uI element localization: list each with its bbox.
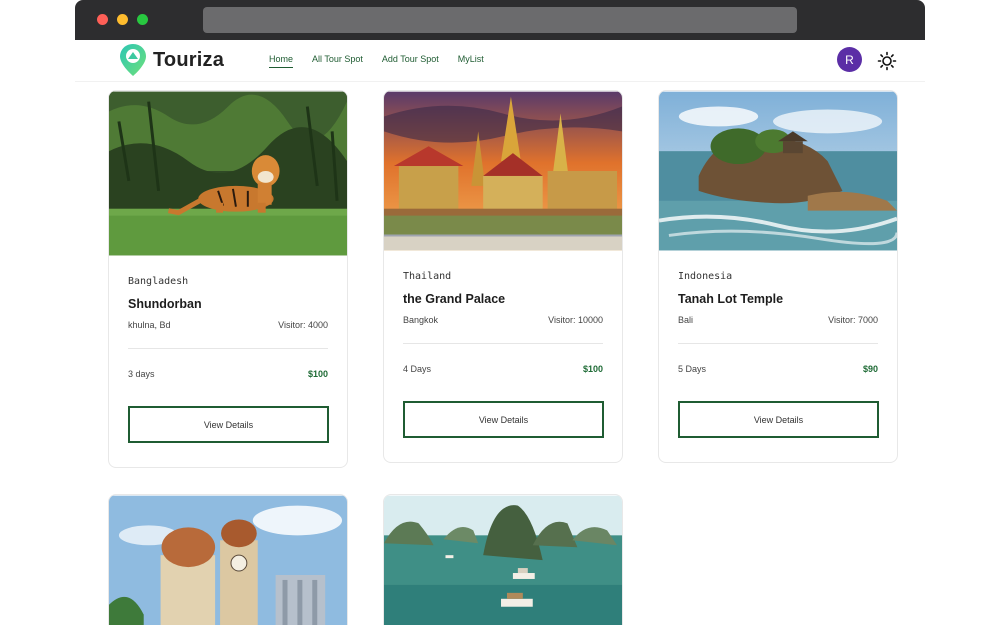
tour-cost: $100: [307, 369, 328, 379]
nav-all-tour-spot[interactable]: All Tour Spot: [312, 53, 363, 68]
tour-image-domed-building: [109, 495, 347, 625]
tour-visitors: Visitor: 7000: [828, 315, 878, 325]
tour-cost: $100: [582, 364, 603, 374]
view-details-button[interactable]: View Details: [128, 406, 329, 443]
tour-country: Thailand: [403, 271, 452, 282]
address-bar[interactable]: [203, 7, 797, 33]
tour-image-grand-palace: [384, 91, 622, 251]
tour-duration-row: 4 Days $100: [403, 364, 603, 374]
user-avatar[interactable]: R: [837, 47, 862, 72]
view-details-button[interactable]: View Details: [678, 401, 879, 438]
minimize-window-button[interactable]: [117, 14, 128, 25]
tour-duration: 5 Days: [678, 364, 707, 374]
browser-title-bar: [75, 0, 925, 40]
main-nav: Home All Tour Spot Add Tour Spot MyList: [269, 53, 484, 68]
tour-card-grand-palace: Thailand the Grand Palace Bangkok Visito…: [383, 90, 623, 463]
tour-image-tanah-lot: [659, 91, 897, 251]
tour-image-tiger: [109, 91, 347, 256]
nav-home[interactable]: Home: [269, 53, 294, 68]
tour-duration-row: 3 days $100: [128, 369, 328, 379]
card-divider: [128, 348, 328, 349]
nav-add-tour-spot[interactable]: Add Tour Spot: [382, 53, 439, 68]
tour-card-5: [383, 494, 623, 625]
view-details-button[interactable]: View Details: [403, 401, 604, 438]
tour-spot-name: Shundorban: [128, 297, 202, 311]
tour-card-4: [108, 494, 348, 625]
tour-country: Indonesia: [678, 271, 733, 282]
tour-card-shundorban: Bangladesh Shundorban khulna, Bd Visitor…: [108, 90, 348, 468]
tour-visitors: Visitor: 10000: [548, 315, 603, 325]
card-divider: [678, 343, 878, 344]
tour-location-row: khulna, Bd Visitor: 4000: [128, 320, 328, 330]
tour-spot-name: Tanah Lot Temple: [678, 292, 784, 306]
tour-image-bay-boats: [384, 495, 622, 625]
tour-duration: 3 days: [128, 369, 155, 379]
tour-country: Bangladesh: [128, 276, 189, 287]
tour-duration-row: 5 Days $90: [678, 364, 878, 374]
map-pin-logo-icon: [120, 44, 146, 76]
tour-cost: $90: [862, 364, 878, 374]
site-logo[interactable]: Touriza: [119, 43, 224, 77]
tour-duration: 4 Days: [403, 364, 432, 374]
close-window-button[interactable]: [97, 14, 108, 25]
tour-spot-name: the Grand Palace: [403, 292, 506, 306]
maximize-window-button[interactable]: [137, 14, 148, 25]
tour-location-row: Bali Visitor: 7000: [678, 315, 878, 325]
tour-visitors: Visitor: 4000: [278, 320, 328, 330]
tour-location: khulna, Bd: [128, 320, 171, 330]
tour-location: Bali: [678, 315, 694, 325]
tour-location: Bangkok: [403, 315, 439, 325]
nav-mylist[interactable]: MyList: [458, 53, 484, 68]
sun-theme-toggle-icon[interactable]: [877, 51, 897, 71]
browser-window: Touriza Home All Tour Spot Add Tour Spot…: [75, 0, 925, 625]
card-divider: [403, 343, 603, 344]
brand-name: Touriza: [153, 48, 225, 71]
tour-card-tanah-lot: Indonesia Tanah Lot Temple Bali Visitor:…: [658, 90, 898, 463]
tour-location-row: Bangkok Visitor: 10000: [403, 315, 603, 325]
site-navbar: Touriza Home All Tour Spot Add Tour Spot…: [75, 40, 925, 82]
